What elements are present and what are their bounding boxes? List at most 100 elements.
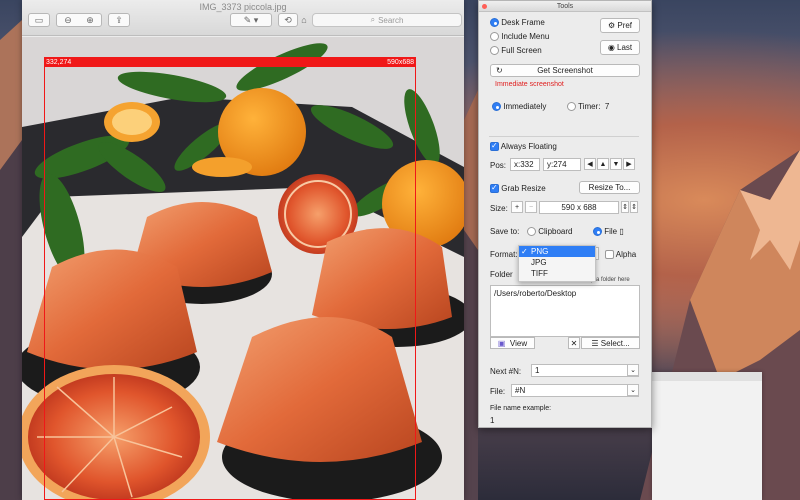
gear-icon: ⚙: [607, 21, 618, 30]
document-title: IMG_3373 piccola.jpg: [199, 2, 287, 12]
radio-full-screen[interactable]: [490, 46, 499, 56]
stepper-icon-2: ⇕: [631, 204, 637, 211]
search-field[interactable]: ⌕ Search: [312, 13, 462, 27]
size-label: Size:: [490, 204, 508, 213]
clear-button[interactable]: ✕: [568, 337, 580, 349]
always-floating-checkbox[interactable]: [490, 141, 499, 152]
immediate-note: Immediate screenshot: [495, 81, 564, 88]
view-button[interactable]: ▣ View: [490, 337, 535, 349]
clipboard-label: Clipboard: [538, 227, 573, 236]
pos-x-field[interactable]: x:332: [510, 158, 540, 171]
last-label: Last: [617, 43, 633, 52]
radio-immediately[interactable]: [492, 102, 501, 112]
file-name-label: File:: [490, 387, 506, 396]
background-window[interactable]: [652, 372, 762, 500]
alpha-option[interactable]: Alpha: [605, 250, 637, 260]
next-n-dropdown[interactable]: ⌄: [627, 364, 639, 376]
zoom-in-icon[interactable]: ⊕: [86, 15, 94, 26]
mode-desk-frame-label: Desk Frame: [501, 18, 545, 27]
toolbox-button[interactable]: ⌂: [300, 13, 308, 27]
arrow-left-icon: ◀: [587, 161, 593, 168]
close-dot-icon[interactable]: [482, 4, 487, 9]
pen-icon: ✎ ▾: [243, 14, 259, 25]
alpha-checkbox[interactable]: [605, 250, 614, 260]
immediately-label: Immediately: [503, 102, 547, 111]
format-option-jpg[interactable]: JPG: [519, 257, 595, 268]
grab-resize-option[interactable]: Grab Resize: [490, 183, 546, 194]
file-option[interactable]: File ▯: [593, 227, 624, 237]
radio-desk-frame[interactable]: [490, 18, 499, 28]
stepper-icon: ⇕: [622, 204, 628, 211]
resize-to-button[interactable]: Resize To...: [579, 181, 640, 194]
toolbox-icon: ⌂: [301, 15, 307, 25]
clipboard-option[interactable]: Clipboard: [527, 227, 573, 237]
preview-titlebar: IMG_3373 piccola.jpg ▭ ⊖ ⊕ ⇪ ✎ ▾ ⟲ ⌂ ⌕ S…: [22, 0, 464, 36]
radio-include-menu[interactable]: [490, 32, 499, 42]
next-n-field[interactable]: 1: [531, 364, 639, 377]
rotate-button[interactable]: ⟲: [278, 13, 298, 27]
last-button[interactable]: ◉ Last: [600, 40, 640, 55]
share-button[interactable]: ⇪: [108, 13, 130, 27]
size-field[interactable]: 590 x 688: [539, 201, 619, 214]
sidebar-icon: ▭: [34, 14, 44, 25]
immediately-option[interactable]: Immediately: [492, 102, 547, 112]
folder-icon: ▣: [497, 338, 510, 348]
chevron-down-icon: ⌄: [630, 367, 636, 374]
radio-file[interactable]: [593, 227, 602, 237]
arrow-right-icon: ▶: [626, 161, 632, 168]
arrow-down-button[interactable]: ▼: [610, 158, 622, 170]
photo-canvas[interactable]: 332,274 590x688: [22, 37, 464, 500]
always-floating-label: Always Floating: [500, 142, 557, 151]
select-folder-button[interactable]: ☰ Select...: [581, 337, 640, 349]
window-controls[interactable]: [482, 4, 487, 9]
radio-clipboard[interactable]: [527, 227, 536, 237]
sidebar-toggle-button[interactable]: ▭: [28, 13, 50, 27]
markup-button[interactable]: ✎ ▾: [230, 13, 272, 27]
document-icon: ▯: [619, 227, 624, 236]
size-plus-button[interactable]: +: [511, 201, 523, 213]
file-name-dropdown[interactable]: ⌄: [627, 384, 639, 396]
mode-full-screen[interactable]: Full Screen: [490, 46, 542, 56]
size-minus-button[interactable]: −: [525, 201, 537, 213]
format-png-label: PNG: [531, 247, 549, 256]
format-label: Format:: [490, 250, 518, 259]
format-option-png[interactable]: ✓ PNG: [519, 246, 595, 257]
preview-window: IMG_3373 piccola.jpg ▭ ⊖ ⊕ ⇪ ✎ ▾ ⟲ ⌂ ⌕ S…: [22, 0, 464, 500]
zoom-control[interactable]: ⊖ ⊕: [56, 13, 102, 27]
zoom-out-icon[interactable]: ⊖: [64, 15, 72, 26]
always-floating-option[interactable]: Always Floating: [490, 141, 557, 152]
selection-origin-label: 332,274: [46, 58, 72, 66]
folder-label: Folder: [490, 270, 513, 279]
grab-resize-checkbox[interactable]: [490, 183, 499, 194]
arrow-up-icon: ▲: [599, 160, 607, 168]
timer-option[interactable]: Timer: 7: [567, 102, 609, 112]
pos-y-field[interactable]: y:274: [543, 158, 581, 171]
arrow-left-button[interactable]: ◀: [584, 158, 596, 170]
alpha-label: Alpha: [615, 250, 637, 259]
list-icon: ☰: [591, 338, 601, 348]
size-stepper-2[interactable]: ⇕: [630, 201, 638, 213]
file-name-field[interactable]: #N: [511, 384, 639, 397]
format-option-tiff[interactable]: TIFF: [519, 268, 595, 279]
grab-resize-label: Grab Resize: [501, 184, 546, 193]
pref-button[interactable]: ⚙ Pref: [600, 18, 640, 33]
selection-info-bar: 332,274 590x688: [44, 57, 416, 67]
get-screenshot-button[interactable]: ↻ Get Screenshot: [490, 64, 640, 77]
next-n-label: Next #N:: [490, 367, 522, 376]
close-icon: ✕: [570, 338, 578, 348]
radio-timer[interactable]: [567, 102, 576, 112]
arrow-up-button[interactable]: ▲: [597, 158, 609, 170]
timer-label: Timer:: [578, 102, 601, 111]
timer-value[interactable]: 7: [605, 102, 609, 111]
tools-titlebar: Tools: [479, 1, 651, 12]
folder-path-field[interactable]: /Users/roberto/Desktop: [490, 285, 640, 337]
mode-desk-frame[interactable]: Desk Frame: [490, 18, 545, 28]
format-tiff-label: TIFF: [531, 269, 548, 278]
format-dropdown-menu[interactable]: ✓ PNG JPG TIFF: [518, 245, 596, 282]
example-label: File name example:: [490, 405, 552, 412]
selection-rectangle[interactable]: [44, 58, 416, 500]
arrow-right-button[interactable]: ▶: [623, 158, 635, 170]
mode-include-menu[interactable]: Include Menu: [490, 32, 549, 42]
tools-title: Tools: [556, 3, 574, 10]
size-stepper[interactable]: ⇕: [621, 201, 629, 213]
